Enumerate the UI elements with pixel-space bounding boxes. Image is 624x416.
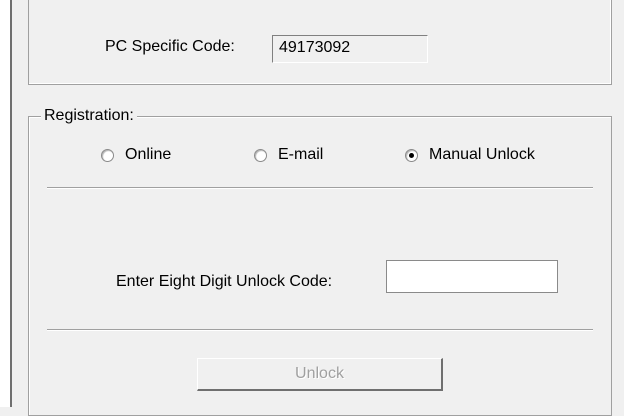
radio-online-label[interactable]: Online (125, 146, 171, 164)
pc-code-field[interactable]: 49173092 (272, 35, 428, 63)
unlock-code-label: Enter Eight Digit Unlock Code: (116, 273, 333, 290)
unlock-code-input[interactable] (386, 260, 558, 293)
radio-email-label[interactable]: E-mail (278, 146, 323, 164)
separator-bottom (47, 329, 593, 330)
radio-email-indicator[interactable] (254, 148, 267, 162)
radio-email[interactable]: E-mail (254, 145, 323, 165)
registration-legend: Registration: (41, 106, 137, 126)
radio-manual-unlock-indicator[interactable] (405, 148, 418, 162)
unlock-button[interactable]: Unlock (197, 358, 443, 391)
left-edge (0, 0, 10, 407)
separator-top (47, 187, 593, 188)
radio-manual-unlock-label[interactable]: Manual Unlock (429, 146, 535, 164)
radio-manual-unlock[interactable]: Manual Unlock (405, 145, 535, 165)
pc-code-label: PC Specific Code: (105, 38, 235, 55)
radio-online[interactable]: Online (101, 145, 171, 165)
window-border (10, 0, 12, 407)
radio-online-indicator[interactable] (101, 148, 114, 162)
